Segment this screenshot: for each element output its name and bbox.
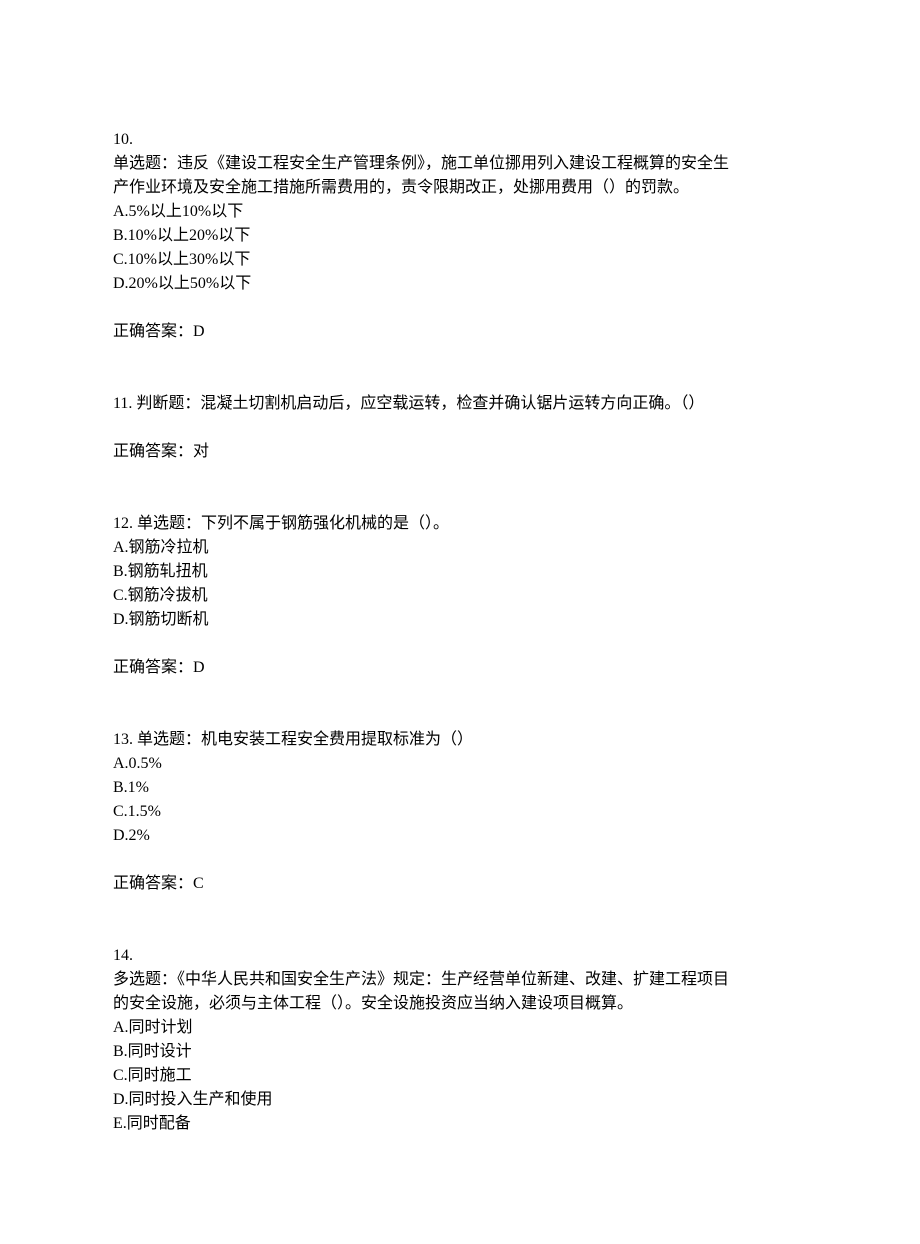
correct-answer: 正确答案：D [113,656,807,680]
question-prompt-line: 产作业环境及安全施工措施所需费用的，责令限期改正，处挪用费用（）的罚款。 [113,176,807,200]
option-d: D.钢筋切断机 [113,608,807,632]
question-prompt-line: 的安全设施，必须与主体工程（）。安全设施投资应当纳入建设项目概算。 [113,992,807,1016]
correct-answer: 正确答案：C [113,872,807,896]
question-prompt-line: 12. 单选题：下列不属于钢筋强化机械的是（）。 [113,512,807,536]
option-c: C.1.5% [113,800,807,824]
option-c: C.10%以上30%以下 [113,248,807,272]
option-b: B.同时设计 [113,1040,807,1064]
correct-answer: 正确答案：对 [113,440,807,464]
correct-answer: 正确答案：D [113,320,807,344]
question-number: 14. [113,944,807,968]
option-a: A.5%以上10%以下 [113,200,807,224]
option-a: A.钢筋冷拉机 [113,536,807,560]
question-14: 14. 多选题：《中华人民共和国安全生产法》规定：生产经营单位新建、改建、扩建工… [113,944,807,1136]
option-a: A.同时计划 [113,1016,807,1040]
question-10: 10. 单选题：违反《建设工程安全生产管理条例》，施工单位挪用列入建设工程概算的… [113,128,807,344]
option-d: D.2% [113,824,807,848]
option-d: D.20%以上50%以下 [113,272,807,296]
option-b: B.1% [113,776,807,800]
question-12: 12. 单选题：下列不属于钢筋强化机械的是（）。 A.钢筋冷拉机 B.钢筋轧扭机… [113,512,807,680]
option-b: B.钢筋轧扭机 [113,560,807,584]
question-prompt-line: 多选题：《中华人民共和国安全生产法》规定：生产经营单位新建、改建、扩建工程项目 [113,968,807,992]
option-a: A.0.5% [113,752,807,776]
question-11: 11. 判断题：混凝土切割机启动后，应空载运转，检查并确认锯片运转方向正确。（）… [113,392,807,464]
option-b: B.10%以上20%以下 [113,224,807,248]
question-number: 13. [113,731,137,748]
option-e: E.同时配备 [113,1112,807,1136]
question-prompt-text: 单选题：机电安装工程安全费用提取标准为（） [137,731,473,748]
question-prompt-line: 11. 判断题：混凝土切割机启动后，应空载运转，检查并确认锯片运转方向正确。（） [113,392,807,416]
question-prompt-line: 单选题：违反《建设工程安全生产管理条例》，施工单位挪用列入建设工程概算的安全生 [113,152,807,176]
question-number: 12. [113,515,137,532]
question-number: 10. [113,128,807,152]
question-13: 13. 单选题：机电安装工程安全费用提取标准为（） A.0.5% B.1% C.… [113,728,807,896]
option-c: C.钢筋冷拔机 [113,584,807,608]
question-prompt-line: 13. 单选题：机电安装工程安全费用提取标准为（） [113,728,807,752]
option-c: C.同时施工 [113,1064,807,1088]
question-prompt-text: 判断题：混凝土切割机启动后，应空载运转，检查并确认锯片运转方向正确。（） [136,395,704,412]
option-d: D.同时投入生产和使用 [113,1088,807,1112]
question-number: 11. [113,395,136,412]
question-prompt-text: 单选题：下列不属于钢筋强化机械的是（）。 [137,515,449,532]
